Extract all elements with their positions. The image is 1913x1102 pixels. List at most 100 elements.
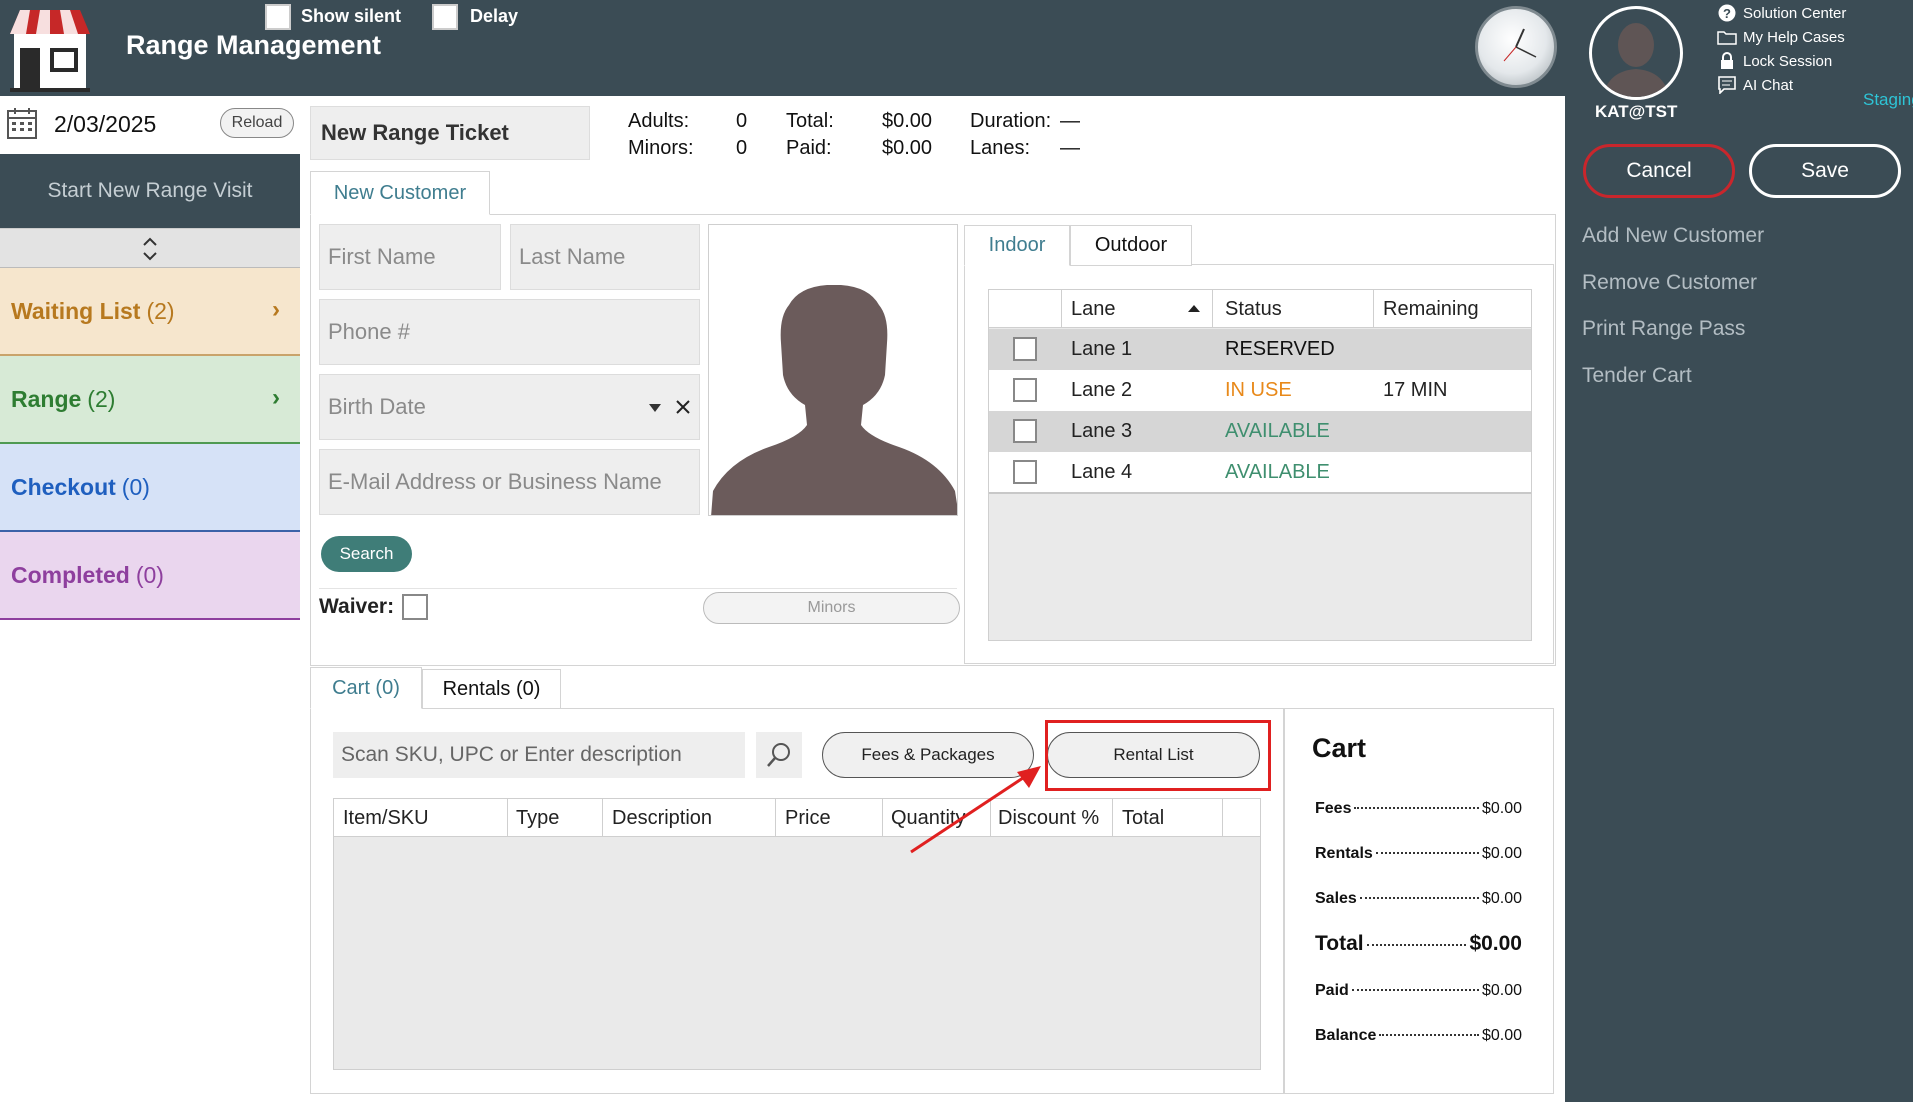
folder-icon: [1717, 28, 1737, 46]
show-silent-checkbox[interactable]: [265, 4, 291, 30]
clock-icon: [1475, 6, 1557, 88]
minors-label: Minors:: [628, 137, 694, 159]
solution-center-link[interactable]: ? Solution Center: [1717, 4, 1846, 22]
rental-list-highlight: [1045, 720, 1271, 791]
tab-indoor[interactable]: Indoor: [964, 225, 1070, 266]
lane-status: AVAILABLE: [1225, 420, 1330, 442]
tender-cart-action[interactable]: Tender Cart: [1582, 364, 1692, 388]
queue-count: (2): [146, 297, 175, 324]
column-total[interactable]: Total: [1122, 807, 1164, 830]
remove-customer-action[interactable]: Remove Customer: [1582, 271, 1757, 295]
birth-date-field[interactable]: Birth Date: [319, 374, 700, 440]
birth-date-placeholder: Birth Date: [328, 394, 426, 419]
print-range-pass-action[interactable]: Print Range Pass: [1582, 317, 1745, 341]
email-field[interactable]: E-Mail Address or Business Name: [319, 449, 700, 515]
collapse-toggle[interactable]: [0, 228, 300, 268]
lane-row[interactable]: Lane 2 IN USE 17 MIN: [989, 370, 1531, 411]
customer-photo[interactable]: [708, 224, 958, 516]
page-title: Range Management: [126, 30, 382, 60]
column-remaining[interactable]: Remaining: [1383, 298, 1479, 321]
search-icon: [767, 743, 790, 767]
environment-badge: Staging: [1863, 90, 1913, 109]
tab-rentals[interactable]: Rentals (0): [422, 669, 561, 709]
search-button[interactable]: Search: [321, 536, 412, 572]
duration-value: —: [1060, 110, 1080, 132]
queue-count: (0): [121, 473, 150, 500]
delay-checkbox[interactable]: [432, 4, 458, 30]
reload-button[interactable]: Reload: [220, 108, 294, 138]
add-new-customer-action[interactable]: Add New Customer: [1582, 224, 1764, 248]
column-item-sku[interactable]: Item/SKU: [343, 807, 429, 830]
last-name-field[interactable]: Last Name: [510, 224, 700, 290]
lane-checkbox[interactable]: [1013, 378, 1037, 402]
column-lane[interactable]: Lane: [1071, 298, 1116, 321]
column-description[interactable]: Description: [612, 807, 712, 830]
minors-button[interactable]: Minors: [703, 592, 960, 624]
person-silhouette-icon: [711, 285, 957, 515]
tab-new-customer[interactable]: New Customer: [310, 171, 490, 215]
start-new-range-visit-button[interactable]: Start New Range Visit: [0, 154, 300, 228]
column-status[interactable]: Status: [1225, 298, 1282, 321]
total-value: $0.00: [882, 110, 933, 132]
lanes-label: Lanes:: [970, 137, 1031, 159]
show-silent-label: Show silent: [301, 6, 402, 26]
lock-session-link[interactable]: Lock Session: [1717, 52, 1832, 70]
lanes-table: Lane Status Remaining Lane 1 RESERVED La…: [988, 289, 1532, 641]
lane-row[interactable]: Lane 1 RESERVED: [989, 329, 1531, 370]
waiver-checkbox[interactable]: [402, 594, 428, 620]
tab-outdoor[interactable]: Outdoor: [1070, 225, 1192, 266]
summary-fees: Fees $0.00: [1315, 800, 1522, 817]
chevron-right-icon: ›: [272, 384, 280, 411]
lane-status: RESERVED: [1225, 338, 1335, 360]
tab-cart[interactable]: Cart (0): [310, 667, 422, 709]
queue-completed[interactable]: Completed (0): [0, 532, 300, 620]
save-button[interactable]: Save: [1749, 144, 1901, 198]
minors-value: 0: [736, 137, 748, 159]
store-logo-icon: [10, 10, 90, 92]
queue-label: Checkout: [11, 473, 116, 500]
ai-chat-link[interactable]: AI Chat: [1717, 76, 1793, 94]
column-type[interactable]: Type: [516, 807, 559, 830]
user-name: KAT@TST: [1595, 102, 1678, 121]
chat-icon: [1717, 76, 1737, 94]
date-row: 2/03/2025 Reload: [0, 96, 300, 154]
lane-checkbox[interactable]: [1013, 460, 1037, 484]
phone-field[interactable]: Phone #: [319, 299, 700, 365]
lane-row[interactable]: Lane 3 AVAILABLE: [989, 411, 1531, 452]
queue-range[interactable]: Range (2) ›: [0, 356, 300, 444]
dropdown-icon[interactable]: [648, 403, 662, 413]
calendar-icon[interactable]: [6, 106, 38, 140]
lane-name: Lane 3: [1071, 420, 1133, 442]
queue-label: Completed: [11, 561, 130, 588]
lock-icon: [1717, 52, 1737, 70]
lane-checkbox[interactable]: [1013, 419, 1037, 443]
my-help-cases-link[interactable]: My Help Cases: [1717, 28, 1845, 46]
lane-status: AVAILABLE: [1225, 461, 1330, 483]
right-panel: KAT@TST ? Solution Center My Help Cases …: [1565, 0, 1913, 1102]
cart-items-table: Item/SKU Type Description Price Quantity…: [333, 798, 1261, 1070]
sku-search-input[interactable]: Scan SKU, UPC or Enter description: [333, 732, 745, 778]
sku-search-button[interactable]: [756, 732, 802, 778]
selected-date[interactable]: 2/03/2025: [54, 111, 156, 138]
divider: [319, 588, 957, 589]
lane-status: IN USE: [1225, 379, 1292, 401]
clear-icon[interactable]: [675, 399, 691, 415]
queue-waiting-list[interactable]: Waiting List (2) ›: [0, 268, 300, 356]
queue-count: (0): [135, 561, 164, 588]
sort-ascending-icon[interactable]: [1187, 304, 1201, 313]
queue-checkout[interactable]: Checkout (0): [0, 444, 300, 532]
summary-rentals: Rentals $0.00: [1315, 845, 1522, 862]
first-name-field[interactable]: First Name: [319, 224, 501, 290]
column-price[interactable]: Price: [785, 807, 831, 830]
queue-count: (2): [87, 385, 116, 412]
lanes-table-header: Lane Status Remaining: [989, 290, 1531, 328]
lane-row[interactable]: Lane 4 AVAILABLE: [989, 452, 1531, 494]
cancel-button[interactable]: Cancel: [1583, 144, 1735, 198]
lane-checkbox[interactable]: [1013, 337, 1037, 361]
cart-summary-title: Cart: [1312, 733, 1367, 763]
delay-label: Delay: [470, 6, 519, 26]
adults-label: Adults:: [628, 110, 690, 132]
duration-label: Duration:: [970, 110, 1052, 132]
avatar[interactable]: [1589, 6, 1683, 100]
total-label: Total:: [786, 110, 834, 132]
